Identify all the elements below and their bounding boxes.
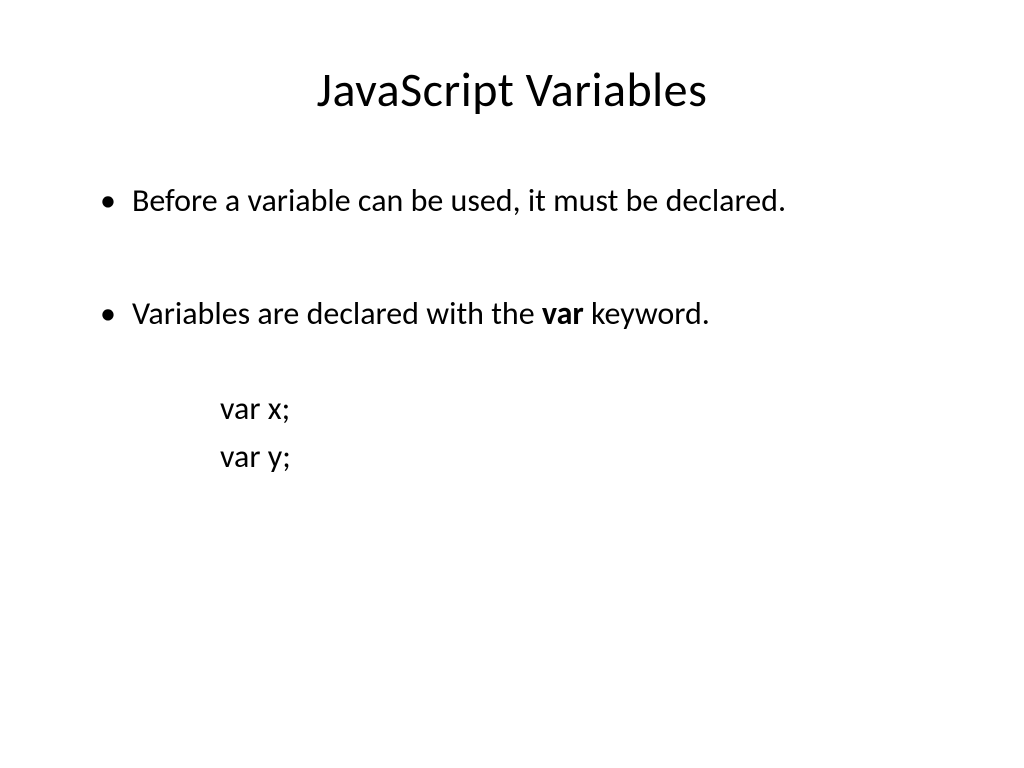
code-block: var x; var y; bbox=[70, 385, 954, 481]
bullet-item: Before a variable can be used, it must b… bbox=[100, 179, 954, 222]
bullet-text: Before a variable can be used, it must b… bbox=[132, 181, 786, 220]
bullet-bold: var bbox=[542, 294, 584, 333]
slide-content: Before a variable can be used, it must b… bbox=[70, 179, 954, 335]
slide-container: JavaScript Variables Before a variable c… bbox=[0, 0, 1024, 768]
bullet-suffix: keyword. bbox=[584, 294, 710, 333]
bullet-prefix: Variables are declared with the bbox=[132, 294, 542, 333]
code-line: var y; bbox=[220, 433, 954, 481]
slide-title: JavaScript Variables bbox=[70, 60, 954, 119]
bullet-item: Variables are declared with the var keyw… bbox=[100, 292, 954, 335]
code-line: var x; bbox=[220, 385, 954, 433]
